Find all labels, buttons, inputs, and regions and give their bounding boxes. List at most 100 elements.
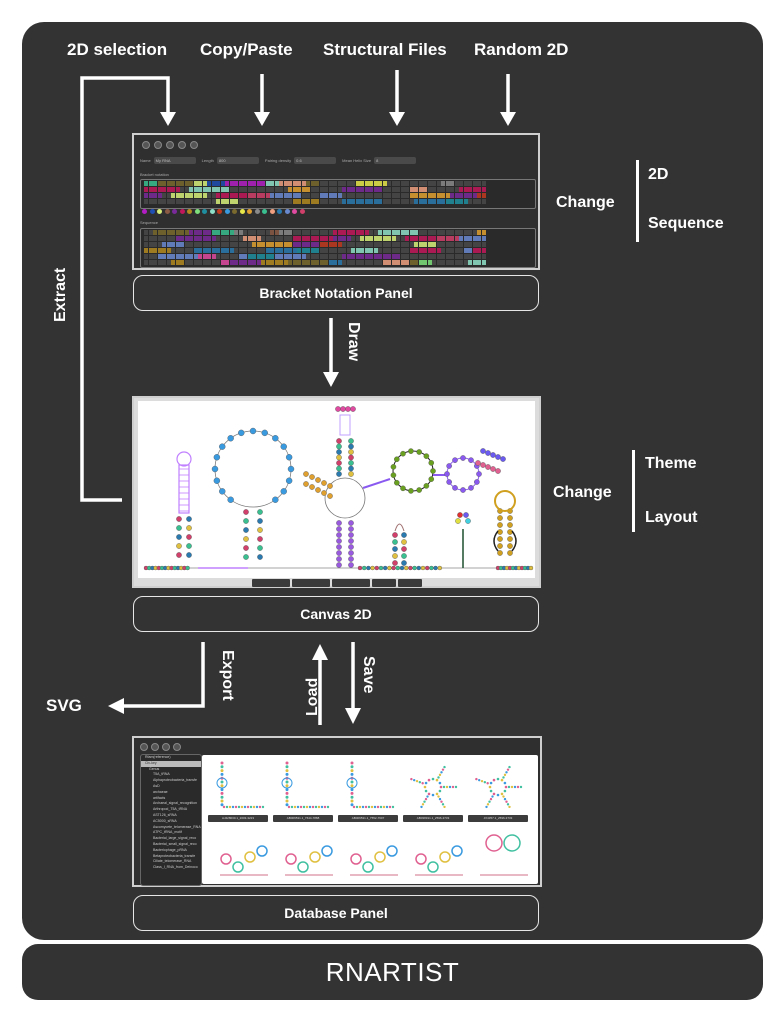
- file-icon[interactable]: [142, 141, 150, 149]
- palette-color-swatch[interactable]: [239, 209, 245, 214]
- field-value[interactable]: My RNA: [153, 157, 196, 164]
- nucleotide: [444, 471, 450, 477]
- upload-icon[interactable]: [178, 141, 186, 149]
- palette-color-swatch[interactable]: [217, 209, 222, 214]
- nucleotide: [257, 554, 263, 560]
- structure-thumbnail[interactable]: [476, 829, 532, 881]
- refresh-icon[interactable]: [162, 743, 170, 751]
- nucleotide: [348, 465, 354, 472]
- structure-thumbnail[interactable]: [403, 759, 463, 811]
- palette-color-swatch[interactable]: [202, 209, 207, 214]
- name-field[interactable]: Name My RNA: [140, 157, 196, 164]
- structure-thumbnail[interactable]: [346, 829, 402, 881]
- thumbnail-caption: JX4357.1_2596-3733: [468, 815, 528, 822]
- nucleotide: [348, 471, 354, 477]
- nucleotide: [446, 463, 452, 469]
- nucleotide: [243, 509, 249, 515]
- pairing-density-field[interactable]: Pairing density 0.6: [265, 157, 337, 164]
- clipboard-icon[interactable]: [190, 141, 198, 149]
- canvas-drawing-area[interactable]: [138, 401, 535, 578]
- nucleotide: [416, 449, 422, 455]
- grid-icon[interactable]: [154, 141, 162, 149]
- structure-thumbnail[interactable]: [208, 759, 268, 811]
- palette-color-swatch[interactable]: [149, 209, 155, 214]
- structure-thumbnail[interactable]: [216, 829, 272, 881]
- palette-color-swatch[interactable]: [179, 209, 185, 214]
- structure-thumbnail[interactable]: [468, 759, 528, 811]
- nucleotide: [495, 468, 501, 474]
- field-value[interactable]: 8: [374, 157, 417, 164]
- canvas-toolbar-zoom[interactable]: [252, 579, 290, 587]
- palette-color-swatch[interactable]: [157, 209, 162, 214]
- nucleotide: [399, 565, 405, 571]
- palette-color-swatch[interactable]: [172, 209, 177, 214]
- field-label: Mean Helix Size: [342, 158, 372, 163]
- thumbnail-caption: AJ428030.1_2003-3223: [208, 815, 268, 822]
- plus-icon[interactable]: [166, 141, 174, 149]
- database-tree[interactable]: Rfam(reference) Clv-key Genus T5A_tRNA Alpha…: [140, 754, 202, 886]
- nucleotide: [272, 496, 279, 503]
- sequence-editor[interactable]: [140, 228, 536, 268]
- structure-thumbnail[interactable]: [338, 759, 398, 811]
- palette-color-swatch[interactable]: [284, 209, 290, 214]
- multiloop: [214, 430, 292, 508]
- structure-thumbnail[interactable]: [273, 759, 333, 811]
- palette-color-swatch[interactable]: [224, 209, 230, 214]
- nucleotide: [336, 526, 342, 532]
- nucleotide: [336, 556, 342, 562]
- nucleotide: [186, 516, 192, 522]
- palette-color-swatch[interactable]: [299, 209, 305, 214]
- canvas-toolbar-view[interactable]: [372, 579, 396, 587]
- canvas-toolbar-rotate[interactable]: [292, 579, 330, 587]
- nucleotide: [176, 543, 182, 549]
- eye-icon[interactable]: [173, 743, 181, 751]
- sequence-label: Sequence: [140, 220, 159, 225]
- canvas-change-divider: [632, 450, 635, 532]
- mean-helix-size-field[interactable]: Mean Helix Size 8: [342, 157, 417, 164]
- palette-color-swatch[interactable]: [254, 209, 260, 214]
- palette-color-swatch[interactable]: [247, 209, 252, 214]
- nucleotide: [497, 536, 503, 542]
- field-value[interactable]: 800: [216, 157, 259, 164]
- palette-color-swatch[interactable]: [194, 209, 200, 214]
- structure-thumbnail[interactable]: [281, 829, 337, 881]
- palette-color-swatch[interactable]: [209, 209, 215, 214]
- open-folder-icon[interactable]: [151, 743, 159, 751]
- tree-item[interactable]: Class_I_RNA_from_Deinoco: [141, 865, 201, 871]
- nucleotide: [468, 457, 474, 463]
- nucleotide: [336, 443, 342, 450]
- nucleotide: [408, 565, 413, 571]
- nucleotide: [176, 552, 182, 558]
- palette-color-swatch[interactable]: [292, 209, 297, 214]
- color-palette: [142, 209, 305, 214]
- palette-color-swatch[interactable]: [187, 209, 192, 214]
- palette-color-swatch[interactable]: [164, 209, 170, 214]
- nucleotide: [357, 565, 363, 571]
- palette-color-swatch[interactable]: [142, 209, 147, 214]
- field-value[interactable]: 0.6: [294, 157, 337, 164]
- nucleotide: [392, 553, 398, 559]
- bracket-notation-editor[interactable]: [140, 179, 536, 209]
- editor-row: [144, 199, 532, 204]
- nucleotide: [437, 565, 442, 571]
- palette-color-swatch[interactable]: [262, 209, 267, 214]
- canvas-toolbar-export[interactable]: [398, 579, 422, 587]
- nucleotide: [257, 536, 263, 542]
- editor-row: [144, 248, 532, 253]
- folder-icon[interactable]: [140, 743, 148, 751]
- structure-thumbnail[interactable]: [411, 829, 467, 881]
- nucleotide: [433, 565, 438, 571]
- nucleotide: [336, 454, 342, 461]
- hairpin-loop: [176, 451, 192, 467]
- nucleotide: [423, 483, 430, 489]
- length-field[interactable]: Length 800: [202, 157, 259, 164]
- palette-color-swatch[interactable]: [269, 209, 275, 214]
- palette-color-swatch[interactable]: [232, 209, 237, 214]
- nucleotide: [243, 554, 249, 560]
- nucleotide: [392, 532, 398, 538]
- nucleotide: [528, 565, 534, 571]
- nucleotide: [468, 485, 474, 491]
- canvas-toolbar-flip[interactable]: [332, 579, 370, 587]
- palette-color-swatch[interactable]: [277, 209, 282, 214]
- nucleotide: [336, 449, 342, 455]
